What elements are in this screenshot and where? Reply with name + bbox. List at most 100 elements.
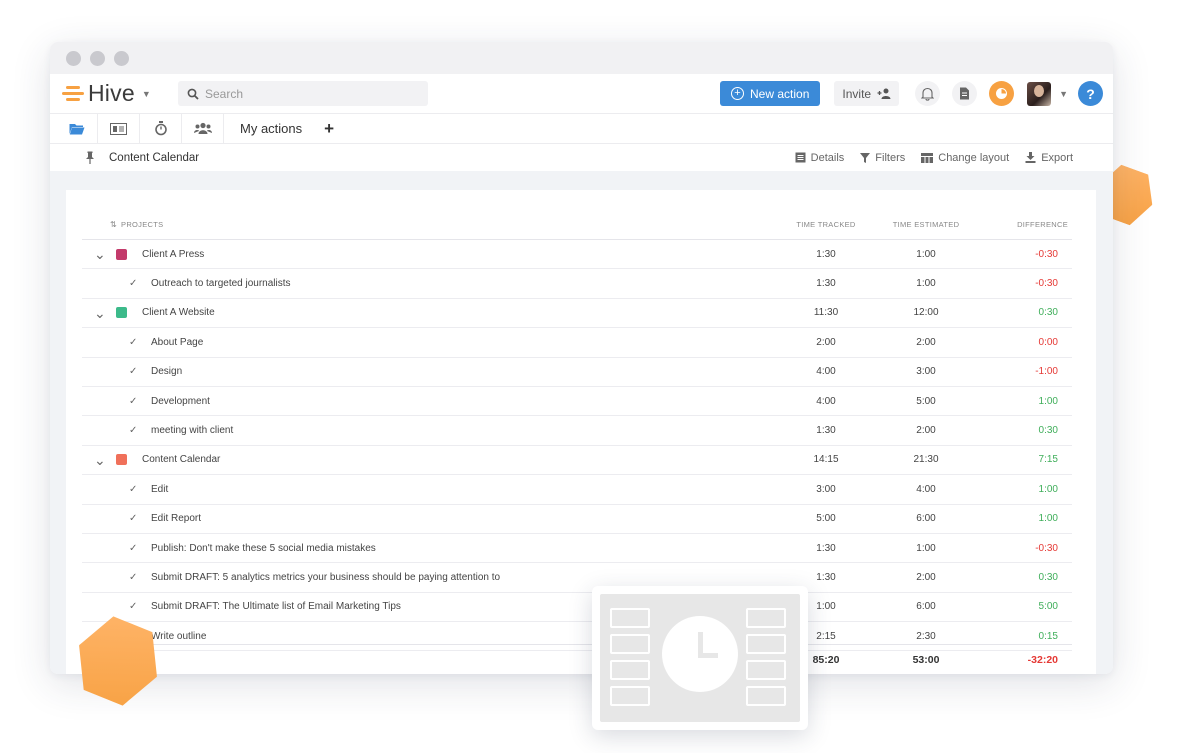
total-difference: -32:20 (1027, 653, 1058, 666)
tab-people[interactable] (182, 113, 224, 144)
check-icon[interactable]: ✓ (129, 396, 141, 407)
add-user-icon (877, 88, 891, 99)
notifications-button[interactable] (915, 81, 941, 106)
table-view-icon (110, 122, 127, 135)
task-row[interactable]: ✓ Development 4:00 5:00 1:00 (82, 387, 1072, 417)
table-body: ⌄ Client A Press 1:30 1:00 -0:30 ✓ Outreach to… (82, 240, 1072, 652)
change-layout-label: Change layout (938, 151, 1010, 164)
row-label: About Page (151, 336, 204, 348)
column-header-projects[interactable]: ⇅ PROJECTS (82, 220, 776, 229)
time-tracked-cell: 14:15 (813, 454, 839, 466)
chevron-down-icon[interactable]: ▼ (1059, 89, 1068, 99)
time-tracked-cell: 4:00 (816, 395, 836, 407)
row-name-cell: ⌄ Client A Website (82, 306, 776, 320)
stopwatch-icon (154, 121, 167, 136)
check-icon[interactable]: ✓ (129, 543, 141, 554)
chevron-down-icon[interactable]: ⌄ (94, 453, 108, 467)
filters-label: Filters (875, 151, 906, 164)
export-button[interactable]: Export (1025, 152, 1073, 164)
difference-cell: 1:00 (1038, 395, 1058, 407)
difference-cell: 7:15 (1038, 454, 1058, 466)
task-row[interactable]: ✓ meeting with client 1:30 2:00 0:30 (82, 416, 1072, 446)
row-label: Outreach to targeted journalists (151, 278, 291, 290)
tab-time-tracking[interactable] (140, 113, 182, 144)
invite-button[interactable]: Invite (834, 81, 900, 106)
help-button[interactable]: ? (1078, 81, 1103, 106)
column-header-difference[interactable]: DIFFERENCE (976, 220, 1072, 229)
row-label: Edit Report (151, 513, 202, 525)
bell-icon (921, 87, 935, 101)
view-tabs: My actions + (50, 113, 1113, 144)
column-header-estimated[interactable]: TIME ESTIMATED (876, 220, 976, 229)
check-icon[interactable]: ✓ (129, 484, 141, 495)
difference-cell: 0:00 (1038, 336, 1058, 348)
brand-name: Hive (88, 80, 135, 106)
invite-label: Invite (842, 86, 872, 101)
task-row[interactable]: ✓ About Page 2:00 2:00 0:00 (82, 328, 1072, 358)
check-icon[interactable]: ✓ (129, 366, 141, 377)
time-report-card: ⇅ PROJECTS TIME TRACKED TIME ESTIMATED D… (66, 190, 1096, 674)
check-icon[interactable]: ✓ (129, 572, 141, 583)
project-row[interactable]: ⌄ Content Calendar 14:15 21:30 7:15 (82, 446, 1072, 476)
project-row[interactable]: ⌄ Client A Website 11:30 12:00 0:30 (82, 299, 1072, 329)
task-row[interactable]: ✓ Design 4:00 3:00 -1:00 (82, 358, 1072, 387)
export-label: Export (1041, 151, 1073, 164)
task-row[interactable]: ✓ Edit 3:00 4:00 1:00 (82, 475, 1072, 505)
window-close-dot[interactable] (66, 50, 81, 66)
difference-cell: -0:30 (1035, 542, 1058, 554)
check-icon[interactable]: ✓ (129, 337, 141, 348)
search-icon (187, 88, 199, 100)
row-name-cell: ✓ meeting with client (82, 425, 776, 436)
row-name-cell: ✓ Design (82, 366, 776, 377)
row-name-cell: ✓ Edit (82, 484, 776, 495)
project-color-swatch (116, 248, 127, 260)
details-button[interactable]: Details (795, 151, 845, 164)
time-estimated-cell: 5:00 (916, 395, 936, 407)
row-label: Submit DRAFT: 5 analytics metrics your b… (151, 571, 501, 583)
task-row[interactable]: ✓ Publish: Don't make these 5 social medi… (82, 534, 1072, 564)
difference-cell: 0:15 (1038, 630, 1058, 642)
time-estimated-cell: 21:30 (913, 454, 939, 466)
notes-button[interactable] (952, 81, 978, 106)
task-row[interactable]: ✓ Submit DRAFT: The Ultimate list of Emai… (82, 593, 1072, 623)
check-icon[interactable]: ✓ (129, 425, 141, 436)
tab-projects[interactable] (56, 113, 98, 144)
check-icon[interactable]: ✓ (129, 513, 141, 524)
difference-cell: -1:00 (1035, 366, 1058, 378)
chevron-down-icon[interactable]: ⌄ (94, 247, 108, 261)
task-row[interactable]: ✓ Submit DRAFT: 5 analytics metrics your … (82, 563, 1072, 593)
row-name-cell: ✓ About Page (82, 337, 776, 348)
tab-my-actions[interactable]: My actions (224, 121, 316, 136)
clock-icon (662, 616, 738, 692)
chevron-down-icon[interactable]: ⌄ (94, 306, 108, 320)
add-tab-icon[interactable]: + (324, 119, 334, 139)
pin-icon[interactable] (85, 151, 95, 164)
check-icon[interactable]: ✓ (129, 278, 141, 289)
timer-button[interactable] (989, 81, 1015, 106)
search-input[interactable]: Search (178, 81, 428, 106)
filters-button[interactable]: Filters (860, 152, 905, 164)
task-row[interactable]: ✓ Outreach to targeted journalists 1:30 1:0… (82, 269, 1072, 299)
header-projects-label: PROJECTS (121, 220, 164, 229)
new-action-button[interactable]: + New action (720, 81, 821, 106)
project-row[interactable]: ⌄ Client A Press 1:30 1:00 -0:30 (82, 240, 1072, 270)
details-label: Details (810, 151, 845, 164)
row-label: Write outline (151, 630, 207, 642)
row-name-cell: ✓ Publish: Don't make these 5 social medi… (82, 543, 776, 554)
column-header-tracked[interactable]: TIME TRACKED (776, 220, 876, 229)
task-row[interactable]: ✓ Edit Report 5:00 6:00 1:00 (82, 505, 1072, 534)
row-label: Design (151, 366, 183, 378)
brand-menu[interactable]: Hive ▼ (62, 80, 178, 107)
user-avatar[interactable] (1027, 81, 1052, 106)
tab-table[interactable] (98, 113, 140, 144)
check-icon[interactable]: ✓ (129, 601, 141, 612)
window-maximize-dot[interactable] (114, 50, 129, 66)
window-minimize-dot[interactable] (90, 50, 105, 66)
row-name-cell: ✓ Outreach to targeted journalists (82, 278, 776, 289)
sort-icon: ⇅ (110, 220, 118, 229)
total-estimated: 53:00 (912, 653, 940, 666)
document-icon (960, 87, 970, 100)
row-name-cell: ⌄ Client A Press (82, 247, 776, 261)
app-window: Hive ▼ Search + New action Invite ▼ ? My… (50, 42, 1113, 674)
change-layout-button[interactable]: Change layout (921, 152, 1009, 164)
